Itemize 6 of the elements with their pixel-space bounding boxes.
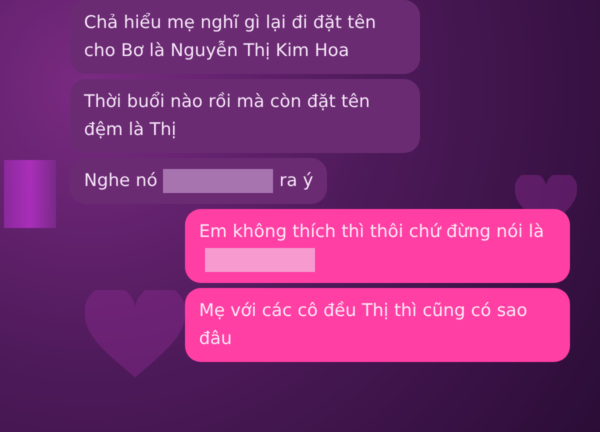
blurred-avatar bbox=[4, 160, 56, 228]
received-message: Thời buổi nào rồi mà còn đặt tên đệm là Thị bbox=[70, 79, 420, 153]
sent-message: Mẹ với các cô đều Thị thì cũng có sao đâu bbox=[185, 288, 570, 362]
received-message: Nghe nó ra ý bbox=[70, 158, 328, 204]
sent-message: Em không thích thì thôi chứ đừng nói là bbox=[185, 209, 570, 283]
received-message: Chả hiểu mẹ nghĩ gì lại đi đặt tên cho Bơ là Nguyễn Thị Kim Hoa bbox=[70, 0, 420, 74]
